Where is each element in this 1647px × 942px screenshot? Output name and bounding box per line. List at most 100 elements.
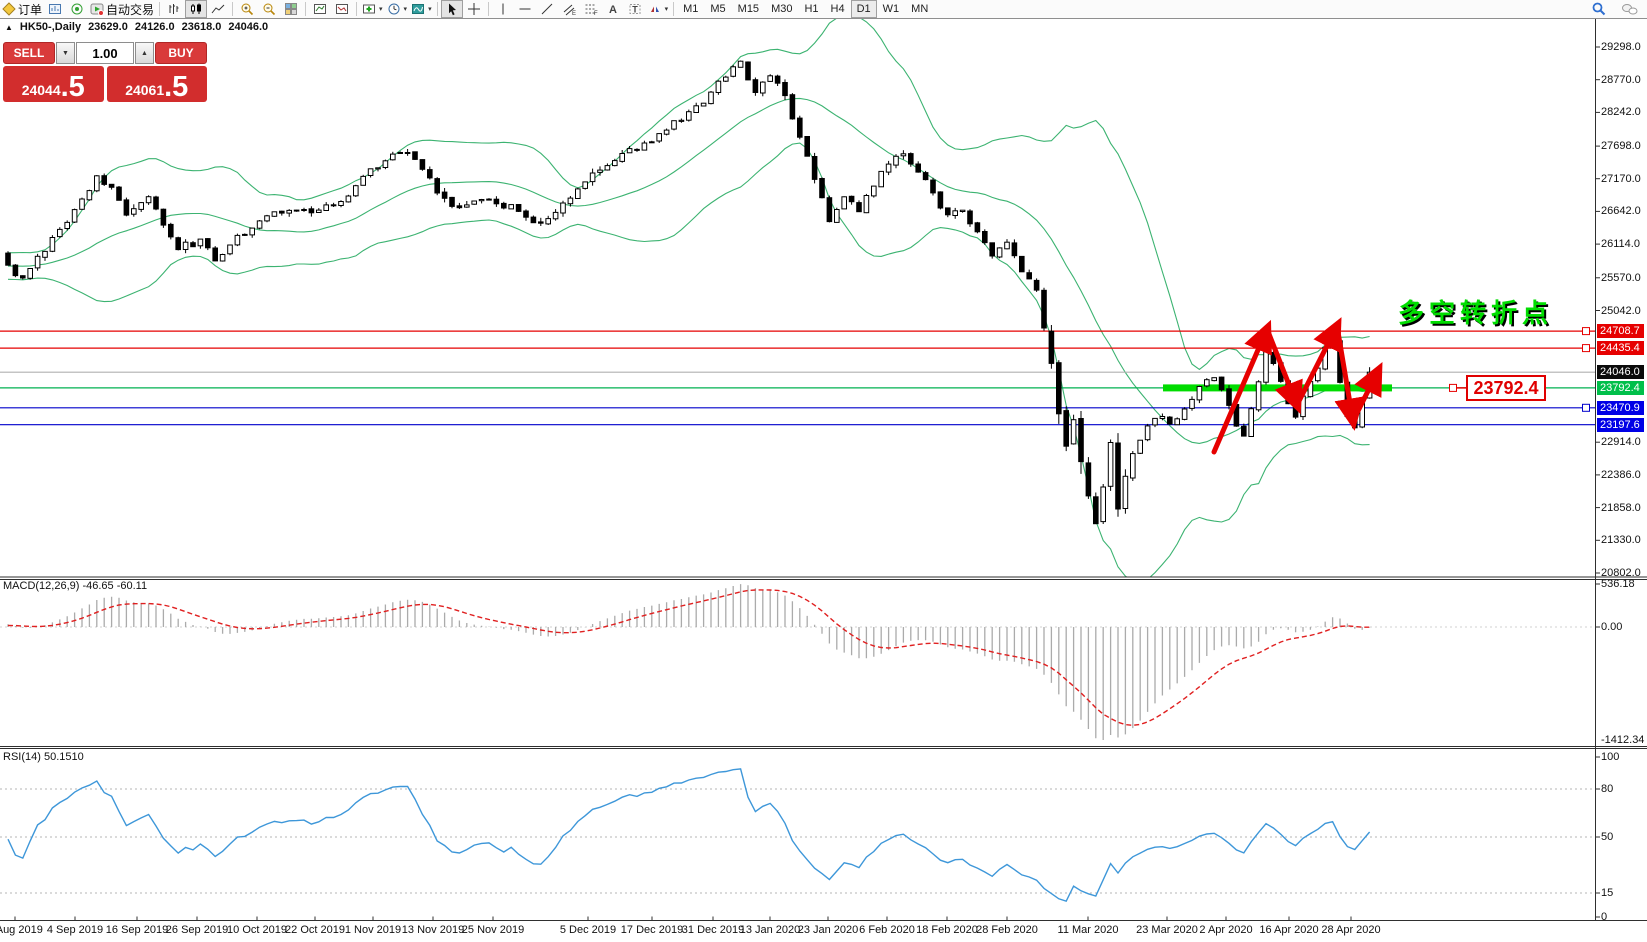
new-order-button[interactable]: 订单 <box>0 0 44 18</box>
toolbar-separator <box>356 2 358 16</box>
tile-windows-button[interactable] <box>280 0 302 18</box>
ohlc-close: 24046.0 <box>228 21 269 33</box>
arrows-icon <box>648 2 662 16</box>
text-tool[interactable]: A <box>602 0 624 18</box>
add-indicator-dropdown[interactable]: ▾ <box>379 5 383 13</box>
indicator-window-button[interactable] <box>309 0 331 18</box>
volume-input[interactable]: 1.00 <box>76 42 134 64</box>
volume-increase-button[interactable]: ▲ <box>135 42 154 64</box>
bollinger-bands <box>7 19 1370 577</box>
autotrading-icon <box>90 2 105 16</box>
charts-window-icon <box>48 2 62 16</box>
mt-terminal-window: 订单 自动交易 ▾ ▾ ▾ E F A T ▾ M1 M5 M15 M30 H1… <box>0 0 1647 942</box>
symbol-header: ▲ HK50-,Daily 23629.0 24126.0 23618.0 24… <box>5 21 268 33</box>
cursor-tool-button[interactable] <box>440 0 463 18</box>
new-order-icon <box>2 2 16 16</box>
svg-text:F: F <box>594 11 598 16</box>
ohlc-low: 23618.0 <box>181 21 222 33</box>
toolbar-separator <box>159 2 161 16</box>
buy-price-button[interactable]: 24061 .5 <box>106 66 207 102</box>
line-chart-button[interactable] <box>207 0 229 18</box>
ohlc-open: 23629.0 <box>88 21 128 33</box>
volume-decrease-button[interactable]: ▼ <box>56 42 75 64</box>
horizontal-line-icon <box>518 2 532 16</box>
toolbar-separator <box>232 2 234 16</box>
equidistant-channel-icon: E <box>562 2 576 16</box>
bar-chart-button[interactable] <box>163 0 185 18</box>
timeframe-button-M15[interactable]: M15 <box>732 0 765 18</box>
ohlc-high: 24126.0 <box>134 21 175 33</box>
toolbar-separator <box>305 2 307 16</box>
timeframe-button-M1[interactable]: M1 <box>677 0 704 18</box>
vertical-line-icon <box>496 2 510 16</box>
text-icon: A <box>606 2 620 16</box>
fibonacci-tool[interactable]: F <box>580 0 602 18</box>
indicator-window-icon <box>313 2 327 16</box>
autotrading-label: 自动交易 <box>106 2 155 17</box>
search-icon[interactable] <box>1592 2 1607 17</box>
timeframe-button-D1[interactable]: D1 <box>850 0 877 18</box>
zoom-out-icon <box>262 2 276 16</box>
template-icon <box>411 2 425 16</box>
toolbar-separator <box>487 2 489 16</box>
bollinger-upper-band <box>7 19 1370 371</box>
turning-point-annotation[interactable]: 多空转折点 <box>1398 293 1553 330</box>
zoom-out-button[interactable] <box>258 0 280 18</box>
timeframe-button-W1[interactable]: W1 <box>877 0 906 18</box>
sell-price-button[interactable]: 24044 .5 <box>3 66 104 102</box>
chart-canvas <box>0 19 1647 921</box>
period-clock-button[interactable]: ▾ <box>385 0 410 18</box>
vertical-line-tool[interactable] <box>492 0 514 18</box>
axis-tick-marks <box>14 46 1600 921</box>
timeframe-button-MN[interactable]: MN <box>905 0 934 18</box>
clock-icon <box>387 2 401 16</box>
add-indicator-button[interactable]: ▾ <box>360 0 385 18</box>
template-button[interactable]: ▾ <box>409 0 434 18</box>
bollinger-middle-band <box>8 97 1370 444</box>
sell-price-main: 24044 <box>21 82 61 98</box>
one-click-trading-panel: SELL ▼ 1.00 ▲ BUY 24044 .5 24061 .5 <box>1 40 209 104</box>
zoom-in-button[interactable] <box>236 0 258 18</box>
charts-window-button[interactable] <box>44 0 66 18</box>
pane-borders <box>0 19 1647 921</box>
arrows-tool[interactable]: ▾ <box>646 0 671 18</box>
svg-text:T: T <box>632 5 638 15</box>
cursor-icon <box>445 2 459 16</box>
equidistant-channel-tool[interactable]: E <box>558 0 580 18</box>
new-order-label: 订单 <box>18 2 43 17</box>
crosshair-icon <box>467 2 481 16</box>
horizontal-line-tool[interactable] <box>514 0 536 18</box>
trendline-icon <box>540 2 554 16</box>
arrows-dropdown[interactable]: ▾ <box>665 5 669 13</box>
objects-window-icon <box>335 2 349 16</box>
toolbar-separator <box>673 2 675 16</box>
template-dropdown[interactable]: ▾ <box>428 5 432 13</box>
macd-label: MACD(12,26,9) -46.65 -60.11 <box>3 580 148 592</box>
signal-button[interactable] <box>66 0 88 18</box>
buy-button[interactable]: BUY <box>155 42 207 64</box>
candlestick-chart-button[interactable] <box>185 0 208 18</box>
price-level-box-annotation[interactable]: 23792.4 <box>1466 375 1546 401</box>
symbol-name: HK50-,Daily <box>19 21 82 33</box>
timeframe-button-H4[interactable]: H4 <box>825 0 851 18</box>
trendline-tool[interactable] <box>536 0 558 18</box>
timeframe-button-M5[interactable]: M5 <box>704 0 731 18</box>
timeframe-button-H1[interactable]: H1 <box>798 0 824 18</box>
timeframe-button-M30[interactable]: M30 <box>765 0 798 18</box>
chat-icon[interactable] <box>1621 2 1639 17</box>
crosshair-tool-button[interactable] <box>463 0 485 18</box>
autotrading-button[interactable]: 自动交易 <box>88 0 156 18</box>
bollinger-lower-band <box>7 142 1370 577</box>
bar-chart-icon <box>167 2 181 16</box>
window-icon: ▲ <box>5 22 13 32</box>
timeframe-group: M1 M5 M15 M30 H1 H4 D1 W1 MN <box>677 0 934 18</box>
sell-button[interactable]: SELL <box>3 42 55 64</box>
text-label-tool[interactable]: T <box>624 0 646 18</box>
line-chart-icon <box>211 2 225 16</box>
tile-windows-icon <box>284 2 298 16</box>
sell-price-pips: .5 <box>60 71 85 104</box>
objects-window-button[interactable] <box>331 0 353 18</box>
period-dropdown[interactable]: ▾ <box>404 5 408 13</box>
svg-text:A: A <box>609 4 617 16</box>
add-indicator-icon <box>362 2 376 16</box>
